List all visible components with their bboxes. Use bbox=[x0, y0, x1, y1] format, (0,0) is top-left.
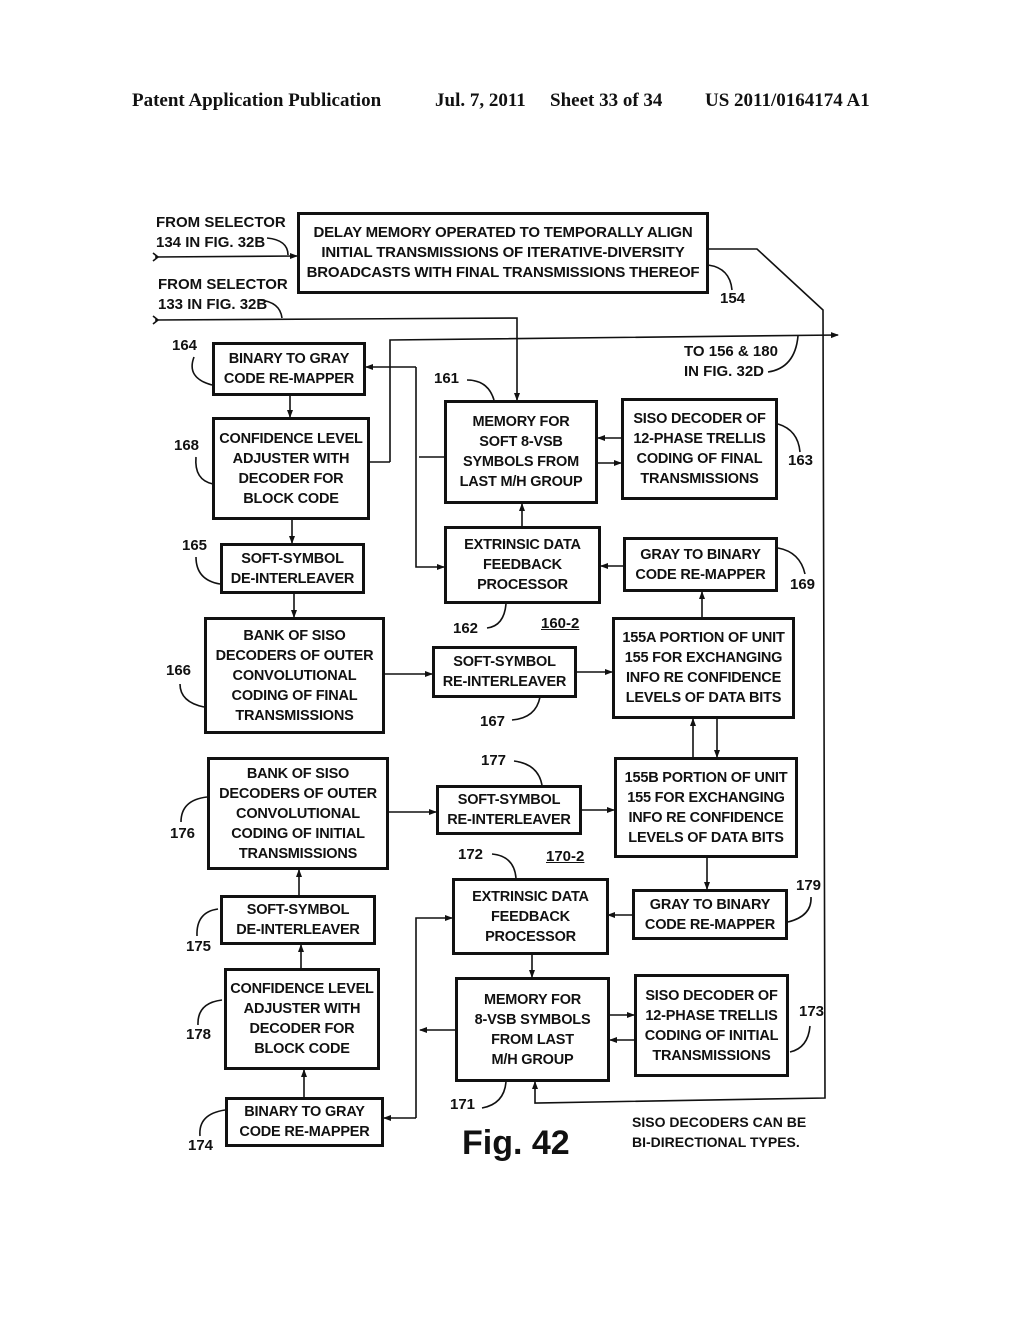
ref-164: 164 bbox=[172, 337, 198, 354]
ref-177: 177 bbox=[481, 752, 507, 769]
ref-178: 178 bbox=[186, 1026, 212, 1043]
ref-167: 167 bbox=[480, 713, 506, 730]
gray-to-binary-remapper-179: GRAY TO BINARY CODE RE-MAPPER bbox=[632, 889, 788, 940]
ref-168: 168 bbox=[174, 437, 200, 454]
memory-soft-8vsb-161: MEMORY FOR SOFT 8-VSB SYMBOLS FROM LAST … bbox=[444, 400, 598, 504]
bank-siso-decoders-final-166: BANK OF SISO DECODERS OF OUTER CONVOLUTI… bbox=[204, 617, 385, 734]
ref-161: 161 bbox=[434, 370, 460, 387]
soft-symbol-reinterleaver-177: SOFT-SYMBOL RE-INTERLEAVER bbox=[436, 785, 582, 835]
extrinsic-data-feedback-processor-172: EXTRINSIC DATA FEEDBACK PROCESSOR bbox=[452, 878, 609, 955]
ref-166: 166 bbox=[166, 662, 192, 679]
ref-163: 163 bbox=[788, 452, 814, 469]
leader-176 bbox=[180, 796, 208, 823]
ref-154: 154 bbox=[720, 290, 746, 307]
leader-168 bbox=[195, 456, 214, 485]
memory-8vsb-171: MEMORY FOR 8-VSB SYMBOLS FROM LAST M/H G… bbox=[455, 977, 610, 1082]
leader-163 bbox=[777, 423, 801, 453]
wire-feedback-172 bbox=[415, 915, 453, 1118]
leader-164 bbox=[191, 356, 213, 386]
leader-175 bbox=[196, 908, 219, 937]
leader-162 bbox=[486, 603, 507, 629]
soft-symbol-reinterleaver-167: SOFT-SYMBOL RE-INTERLEAVER bbox=[432, 646, 577, 698]
leader-173 bbox=[789, 1025, 811, 1053]
leader-174 bbox=[199, 1109, 226, 1137]
leader-179 bbox=[787, 896, 812, 923]
binary-to-gray-remapper-174: BINARY TO GRAY CODE RE-MAPPER bbox=[225, 1097, 384, 1147]
unit-155b-portion: 155B PORTION OF UNIT 155 FOR EXCHANGING … bbox=[614, 757, 798, 858]
wire-input-134 bbox=[154, 253, 298, 260]
ref-162: 162 bbox=[453, 620, 479, 637]
unit-155a-portion: 155A PORTION OF UNIT 155 FOR EXCHANGING … bbox=[612, 617, 795, 719]
extrinsic-data-feedback-processor-162: EXTRINSIC DATA FEEDBACK PROCESSOR bbox=[444, 526, 601, 604]
figure-label: Fig. 42 bbox=[462, 1124, 570, 1162]
confidence-level-adjuster-168: CONFIDENCE LEVEL ADJUSTER WITH DECODER F… bbox=[212, 417, 370, 520]
leader-167 bbox=[511, 696, 541, 721]
ref-176: 176 bbox=[170, 825, 196, 842]
output-label-156-180: TO 156 & 180 IN FIG. 32D bbox=[684, 343, 778, 380]
leader-165 bbox=[195, 556, 221, 585]
group-label-170-2: 170-2 bbox=[546, 848, 585, 865]
leader-166 bbox=[179, 683, 205, 708]
leader-169 bbox=[777, 547, 806, 575]
binary-to-gray-remapper-164: BINARY TO GRAY CODE RE-MAPPER bbox=[212, 342, 366, 396]
wire-feedback-162 bbox=[415, 367, 445, 570]
bank-siso-decoders-initial-176: BANK OF SISO DECODERS OF OUTER CONVOLUTI… bbox=[207, 757, 389, 870]
group-label-160-2: 160-2 bbox=[541, 615, 580, 632]
ref-175: 175 bbox=[186, 938, 212, 955]
input-label-selector-134: FROM SELECTOR 134 IN FIG. 32B bbox=[156, 214, 286, 251]
ref-165: 165 bbox=[182, 537, 208, 554]
leader-171 bbox=[481, 1081, 507, 1109]
leader-172 bbox=[491, 853, 517, 879]
soft-symbol-deinterleaver-175: SOFT-SYMBOL DE-INTERLEAVER bbox=[220, 895, 376, 945]
ref-173: 173 bbox=[799, 1003, 825, 1020]
leader-161 bbox=[466, 379, 495, 401]
delay-memory-block: DELAY MEMORY OPERATED TO TEMPORALLY ALIG… bbox=[297, 212, 709, 294]
ref-169: 169 bbox=[790, 576, 816, 593]
siso-decoder-trellis-final-163: SISO DECODER OF 12-PHASE TRELLIS CODING … bbox=[621, 398, 778, 500]
note-siso-bidirectional: SISO DECODERS CAN BE BI-DIRECTIONAL TYPE… bbox=[632, 1114, 807, 1150]
gray-to-binary-remapper-169: GRAY TO BINARY CODE RE-MAPPER bbox=[623, 537, 778, 592]
leader-178 bbox=[197, 999, 223, 1026]
input-label-selector-133: FROM SELECTOR 133 IN FIG. 32B bbox=[158, 276, 288, 313]
leader-154 bbox=[707, 264, 733, 291]
confidence-level-adjuster-178: CONFIDENCE LEVEL ADJUSTER WITH DECODER F… bbox=[224, 968, 380, 1070]
ref-172: 172 bbox=[458, 846, 484, 863]
soft-symbol-deinterleaver-165: SOFT-SYMBOL DE-INTERLEAVER bbox=[220, 543, 365, 594]
ref-179: 179 bbox=[796, 877, 822, 894]
siso-decoder-trellis-initial-173: SISO DECODER OF 12-PHASE TRELLIS CODING … bbox=[634, 974, 789, 1077]
ref-174: 174 bbox=[188, 1137, 214, 1154]
leader-177 bbox=[513, 760, 543, 786]
ref-171: 171 bbox=[450, 1096, 476, 1113]
